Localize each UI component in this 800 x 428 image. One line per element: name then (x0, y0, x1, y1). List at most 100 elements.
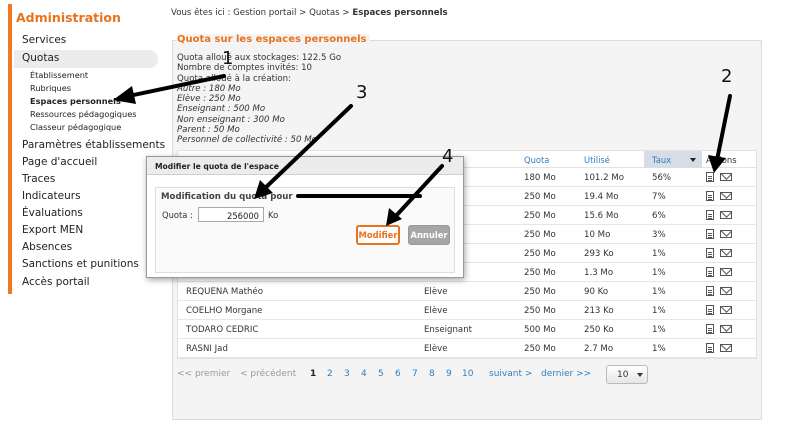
pager-page[interactable]: 7 (412, 369, 418, 379)
alloc-line: Enseignant : 500 Mo (177, 104, 266, 115)
sidebar-item-absences[interactable]: Absences (22, 241, 72, 253)
sidebar-title: Administration (16, 10, 121, 25)
cell-quota: 250 Mo (524, 192, 556, 202)
cell-quota: 250 Mo (524, 230, 556, 240)
edit-quota-icon[interactable] (706, 267, 714, 277)
mail-icon[interactable] (720, 344, 732, 352)
sidebar-subitem-espaces-personnels[interactable]: Espaces personnels (30, 96, 121, 106)
sidebar-subitem-ressources-pedagogiques[interactable]: Ressources pédagogiques (30, 109, 137, 119)
pager-page[interactable]: 2 (327, 369, 333, 379)
cell-used: 101.2 Mo (584, 173, 625, 183)
mail-icon[interactable] (720, 306, 732, 314)
chevron-down-icon (637, 373, 643, 377)
mail-icon[interactable] (720, 192, 732, 200)
quota-input[interactable] (198, 207, 264, 222)
pager-last[interactable]: dernier >> (541, 369, 591, 379)
pager-next[interactable]: suivant > (489, 369, 532, 379)
cell-profile: Elève (424, 344, 448, 354)
cell-rate: 7% (652, 192, 666, 202)
quota-unit: Ko (268, 210, 279, 220)
sidebar-subitem-etablissement[interactable]: Établissement (30, 70, 88, 80)
breadcrumb-path[interactable]: Vous êtes ici : Gestion portail > Quotas… (171, 8, 352, 18)
edit-quota-icon[interactable] (706, 343, 714, 353)
cell-used: 1.3 Mo (584, 268, 614, 278)
mail-icon[interactable] (720, 249, 732, 257)
quota-label: Quota : (162, 210, 193, 220)
edit-quota-icon[interactable] (706, 191, 714, 201)
cell-rate: 1% (652, 268, 666, 278)
column-header-actions: Actions (706, 155, 737, 165)
sidebar-item-traces[interactable]: Traces (22, 173, 55, 185)
column-header-used[interactable]: Utilisé (584, 155, 610, 165)
sidebar-item-export-men[interactable]: Export MEN (22, 224, 83, 236)
sidebar-subitem-classeur-pedagogique[interactable]: Classeur pédagogique (30, 122, 121, 132)
pager-page[interactable]: 8 (429, 369, 435, 379)
sidebar-item-quotas[interactable]: Quotas (22, 52, 59, 64)
pager-first: << premier (177, 369, 231, 379)
mail-icon[interactable] (720, 230, 732, 238)
cell-profile: Elève (424, 306, 448, 316)
pager-page[interactable]: 3 (344, 369, 350, 379)
cell-profile: Elève (424, 287, 448, 297)
edit-quota-icon[interactable] (706, 324, 714, 334)
edit-quota-icon[interactable] (706, 248, 714, 258)
sidebar-item-parametres-etablissements[interactable]: Paramètres établissements (22, 139, 165, 151)
cell-rate: 6% (652, 211, 666, 221)
cancel-button[interactable]: Annuler (408, 225, 450, 245)
sidebar-item-services[interactable]: Services (22, 34, 66, 46)
column-header-rate[interactable]: Taux (652, 155, 671, 165)
pager-page[interactable]: 5 (378, 369, 384, 379)
pager-page-current[interactable]: 1 (310, 369, 316, 379)
sidebar-subitem-rubriques[interactable]: Rubriques (30, 83, 71, 93)
breadcrumb-current: Espaces personnels (352, 8, 448, 18)
cell-used: 15.6 Mo (584, 211, 619, 221)
table-row: RASNI Jad Elève 250 Mo 2.7 Mo 1% (178, 339, 756, 358)
page-size-value: 10 (617, 370, 629, 380)
cell-rate: 1% (652, 325, 666, 335)
edit-quota-icon[interactable] (706, 305, 714, 315)
pager-page[interactable]: 6 (395, 369, 401, 379)
page-size-select[interactable]: 10 (606, 365, 648, 384)
column-header-quota[interactable]: Quota (524, 155, 549, 165)
alloc-line: Parent : 50 Mo (177, 125, 240, 136)
alloc-line: Personnel de collectivité : 50 Mo (177, 135, 317, 146)
quota-info: Quota alloué aux stockages: 122.5 Go Nom… (177, 53, 341, 146)
cell-rate: 1% (652, 306, 666, 316)
pager-page[interactable]: 4 (361, 369, 367, 379)
cell-rate: 1% (652, 287, 666, 297)
cell-name: TODARO CEDRIC (186, 325, 259, 335)
mail-icon[interactable] (720, 173, 732, 181)
cell-rate: 1% (652, 249, 666, 259)
modify-button[interactable]: Modifier (356, 225, 400, 245)
mail-icon[interactable] (720, 325, 732, 333)
pager-page[interactable]: 10 (462, 369, 473, 379)
sidebar-item-evaluations[interactable]: Évaluations (22, 207, 83, 219)
cell-used: 19.4 Mo (584, 192, 619, 202)
mail-icon[interactable] (720, 211, 732, 219)
sidebar-accent-bar (8, 4, 12, 294)
cell-name: REQUENA Mathéo (186, 287, 263, 297)
breadcrumb: Vous êtes ici : Gestion portail > Quotas… (171, 8, 448, 18)
sidebar-item-page-accueil[interactable]: Page d'accueil (22, 156, 97, 168)
mail-icon[interactable] (720, 268, 732, 276)
cell-used: 10 Mo (584, 230, 611, 240)
sidebar-item-indicateurs[interactable]: Indicateurs (22, 190, 81, 202)
cell-profile: Enseignant (424, 325, 473, 335)
table-row: REQUENA Mathéo Elève 250 Mo 90 Ko 1% (178, 282, 756, 301)
cell-used: 2.7 Mo (584, 344, 614, 354)
sidebar-item-sanctions[interactable]: Sanctions et punitions (22, 258, 139, 270)
pager-page[interactable]: 9 (446, 369, 452, 379)
cell-quota: 500 Mo (524, 325, 556, 335)
mail-icon[interactable] (720, 287, 732, 295)
edit-quota-icon[interactable] (706, 286, 714, 296)
sidebar-item-acces-portail[interactable]: Accès portail (22, 276, 90, 288)
edit-quota-icon[interactable] (706, 210, 714, 220)
cell-name: COELHO Morgane (186, 306, 263, 316)
dialog-header: Modifier le quota de l'espace (147, 157, 463, 175)
edit-quota-icon[interactable] (706, 172, 714, 182)
cell-quota: 250 Mo (524, 268, 556, 278)
alloc-line: Non enseignant : 300 Mo (177, 114, 285, 125)
edit-quota-icon[interactable] (706, 229, 714, 239)
table-row: COELHO Morgane Elève 250 Mo 213 Ko 1% (178, 301, 756, 320)
info-line: Quota alloué aux stockages: 122.5 Go (177, 53, 342, 63)
